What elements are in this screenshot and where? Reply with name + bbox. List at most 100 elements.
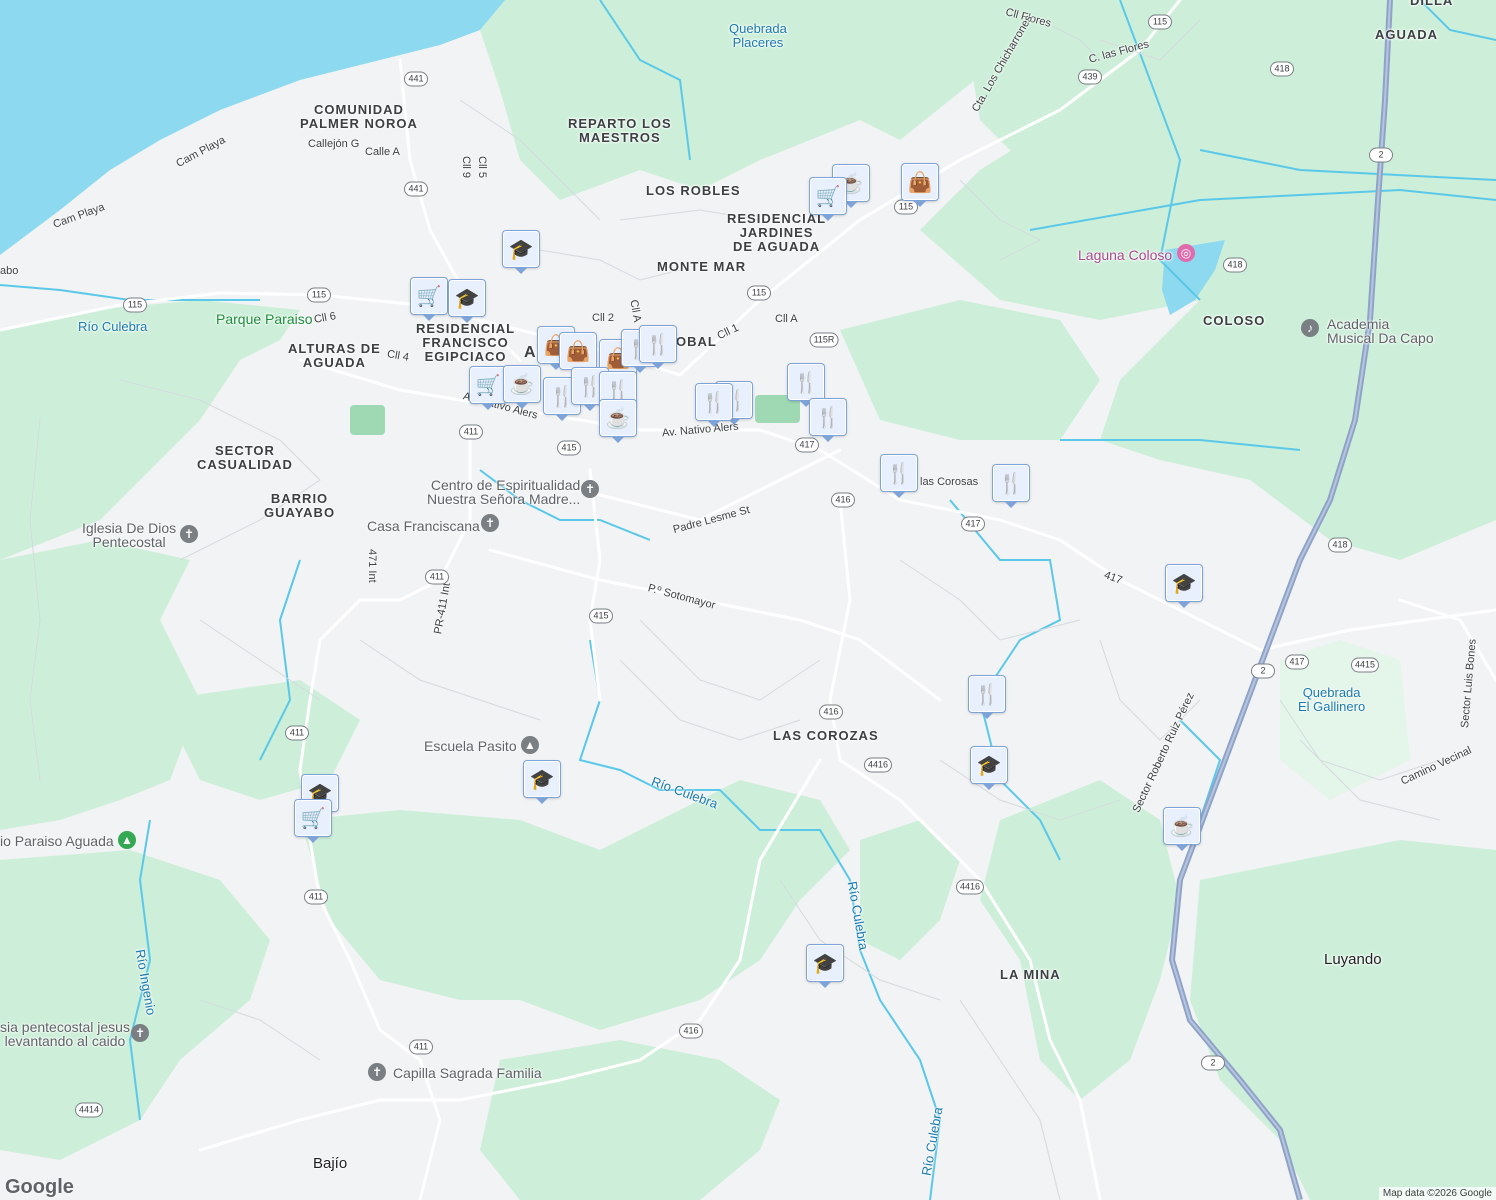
route-shield: 411 [304, 889, 328, 905]
area-label-monte-mar: MONTE MAR [657, 259, 747, 274]
street-label-callejon-g: Callejón G [308, 138, 360, 150]
street-label-calle-a: Calle A [365, 146, 400, 158]
area-label-obal: OBAL [676, 334, 717, 349]
coffee-marker[interactable]: ☕ [600, 400, 636, 443]
route-shield: 115R [809, 332, 839, 348]
area-label-comunidad-palmer: COMUNIDAD PALMER NOROA [300, 102, 418, 131]
church-icon[interactable]: ✝ [481, 514, 499, 532]
poi-label-academia-musical[interactable]: Academia Musical Da Capo [1327, 317, 1434, 345]
route-shield: 418 [1223, 257, 1247, 273]
area-label-las-corozas: LAS COROZAS [773, 728, 879, 743]
graduation-cap-marker[interactable]: 🎓 [971, 747, 1007, 790]
route-shield: 411 [409, 1039, 433, 1055]
shopping-cart-marker[interactable]: 🛒 [411, 278, 447, 321]
poi-label-capilla-sagrada[interactable]: Capilla Sagrada Familia [393, 1065, 542, 1081]
graduation-cap-marker[interactable]: 🎓 [503, 231, 539, 274]
route-shield: 4414 [74, 1102, 104, 1118]
shopping-bag-marker[interactable]: 👜 [902, 164, 938, 207]
route-shield: 2 [1369, 147, 1393, 163]
town-label-luyando: Luyando [1324, 951, 1382, 968]
route-shield: 115 [307, 287, 331, 303]
campground-icon[interactable]: ▲ [118, 831, 136, 849]
poi-label-escuela-pasito[interactable]: Escuela Pasito [424, 738, 517, 754]
route-shield: 115 [747, 285, 771, 301]
route-shield: 441 [404, 181, 428, 197]
restaurant-marker[interactable]: 🍴 [993, 465, 1029, 508]
water-label-quebrada-placeres: Quebrada Placeres [729, 21, 787, 50]
shopping-cart-marker[interactable]: 🛒 [810, 178, 846, 221]
town-label-bajio: Bajío [313, 1155, 348, 1172]
poi-label-centro-espiritualidad[interactable]: Centro de Espiritualidad Nuestra Señora M… [427, 478, 580, 506]
map-canvas[interactable]: COMUNIDAD PALMER NOROA REPARTO LOS MAESTRO… [0, 0, 1496, 1200]
street-label-cll-2: Cll 2 [592, 312, 615, 324]
restaurant-marker[interactable]: 🍴 [881, 455, 917, 498]
graduation-cap-marker[interactable]: 🎓 [1166, 565, 1202, 608]
route-shield: 411 [425, 569, 449, 585]
area-label-alturas-aguada: ALTURAS DE AGUADA [288, 341, 381, 370]
street-label-471-int: 471 Int [366, 549, 378, 583]
route-shield: 415 [557, 440, 581, 456]
map-attribution[interactable]: Map data ©2026 Google [1378, 1187, 1496, 1200]
route-shield: 418 [1270, 61, 1294, 77]
poi-label-parque-paraiso[interactable]: Parque Paraiso [216, 311, 313, 327]
route-shield: 415 [589, 608, 613, 624]
coffee-marker[interactable]: ☕ [1164, 808, 1200, 851]
poi-label-iglesia-jesus[interactable]: sia pentecostal jesus levantando al caido [0, 1020, 130, 1048]
shopping-cart-marker[interactable]: 🛒 [295, 800, 331, 843]
route-shield: 439 [1078, 69, 1102, 85]
route-shield: 418 [1328, 537, 1352, 553]
area-label-los-robles: LOS ROBLES [646, 183, 741, 198]
street-label-cll-9: Cll 9 [460, 156, 472, 179]
camera-icon[interactable]: ◎ [1177, 244, 1195, 262]
restaurant-marker[interactable]: 🍴 [788, 364, 824, 407]
poi-label-laguna-coloso[interactable]: Laguna Coloso [1078, 247, 1172, 263]
route-shield: 4415 [1350, 657, 1380, 673]
route-shield: 411 [285, 725, 309, 741]
area-label-coloso: COLOSO [1203, 313, 1266, 328]
water-label-quebrada-gallinero: Quebrada El Gallinero [1298, 685, 1366, 714]
poi-label-paraiso-aguada[interactable]: io Paraiso Aguada [0, 833, 114, 849]
poi-label-casa-franciscana[interactable]: Casa Franciscana [367, 518, 480, 534]
route-shield: 416 [679, 1023, 703, 1039]
route-shield: 115 [1148, 14, 1172, 30]
restaurant-marker[interactable]: 🍴 [696, 384, 732, 427]
street-label-las-corosas: las Corosas [920, 476, 979, 488]
area-label-aguada-top: AGUADA [1375, 27, 1439, 42]
graduation-cap-marker[interactable]: 🎓 [524, 761, 560, 804]
poi-label-iglesia-dios[interactable]: Iglesia De Dios Pentecostal [82, 521, 176, 549]
graduation-cap-marker[interactable]: 🎓 [807, 945, 843, 988]
route-shield: 411 [459, 424, 483, 440]
area-label-reparto-maestros: REPARTO LOS MAESTROS [568, 116, 672, 145]
route-shield: 4416 [955, 879, 985, 895]
route-shield: 417 [1285, 654, 1309, 670]
church-icon[interactable]: ✝ [581, 480, 599, 498]
shopping-cart-marker[interactable]: 🛒 [470, 367, 506, 410]
coffee-marker[interactable]: ☕ [504, 366, 540, 409]
route-shield: 441 [404, 71, 428, 87]
music-icon[interactable]: ♪ [1301, 319, 1319, 337]
restaurant-marker[interactable]: 🍴 [969, 676, 1005, 719]
map-base-layer [0, 0, 1496, 1200]
shopping-bag-marker[interactable]: 👜 [560, 333, 596, 376]
restaurant-marker[interactable]: 🍴 [810, 399, 846, 442]
street-label-cll-a: Cll A [775, 313, 798, 325]
route-shield: 115 [123, 297, 147, 313]
school-icon[interactable]: ▲ [521, 736, 539, 754]
church-icon[interactable]: ✝ [368, 1063, 386, 1081]
route-shield: 417 [795, 437, 819, 453]
route-shield: 417 [961, 516, 985, 532]
area-label-sector-casualidad: SECTOR CASUALIDAD [197, 443, 293, 472]
route-shield: 416 [819, 704, 843, 720]
route-shield: 2 [1251, 663, 1275, 679]
graduation-cap-marker[interactable]: 🎓 [449, 280, 485, 323]
area-label-residencial-francisco: RESIDENCIAL FRANCISCO EGIPCIACO [416, 321, 516, 364]
street-label-cll-5: Cll 5 [476, 156, 488, 179]
restaurant-marker[interactable]: 🍴 [640, 326, 676, 369]
street-label-abo: abo [0, 265, 19, 277]
church-icon[interactable]: ✝ [180, 525, 198, 543]
water-label-rio-culebra-west: Río Culebra [78, 319, 148, 334]
route-shield: 2 [1201, 1055, 1225, 1071]
area-label-la-mina: LA MINA [1000, 967, 1061, 982]
area-label-barrio-guayabo: BARRIO GUAYABO [264, 491, 336, 520]
church-icon[interactable]: ✝ [131, 1024, 149, 1042]
